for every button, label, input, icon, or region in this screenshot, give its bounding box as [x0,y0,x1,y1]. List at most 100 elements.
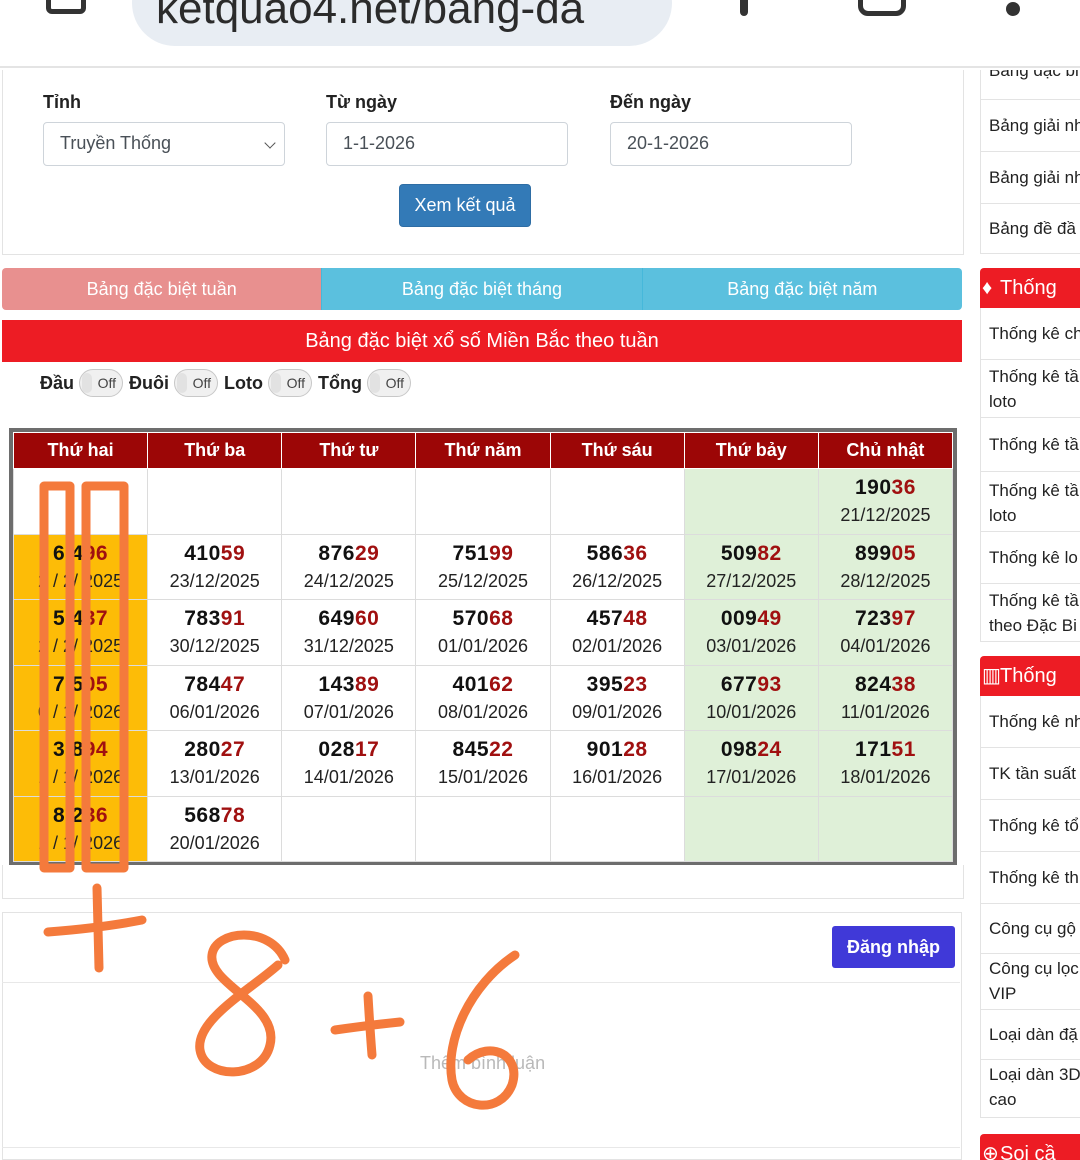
result-cell: 56878 20/01/2026 [147,795,283,862]
result-cell [549,795,685,862]
sidebar-link[interactable]: Thống kê th [980,852,1080,904]
result-date: 1 / 1/ 2026 [38,832,124,853]
result-number: 90128 [551,738,684,762]
address-bar[interactable]: ketquao4.net/bang-da [132,0,672,46]
toggle-label-loto: Loto [224,372,263,393]
result-cell: 17151 18/01/2026 [817,730,954,797]
result-date: 01/01/2026 [437,636,529,657]
result-number: 64960 [282,607,415,631]
column-header: Thứ tư [281,432,417,469]
result-number: 56878 [148,804,281,828]
result-date: 04/01/2026 [840,636,931,657]
comment-placeholder: Thêm bình luận [420,1053,546,1073]
result-cell: 87629 24/12/2025 [281,533,417,600]
result-date: 02/01/2026 [572,636,663,657]
number-head: 677 [720,672,758,696]
sidebar-link[interactable]: Thống kê tầ loto [980,360,1080,418]
tabs-icon[interactable] [858,0,906,16]
number-head: 190 [854,476,892,500]
login-button[interactable]: Đăng nhập [832,926,955,968]
home-icon[interactable] [46,0,86,14]
from-date-label: Từ ngày [326,92,398,112]
toggle-label-dau: Đầu [40,372,75,393]
number-head: 751 [452,541,490,565]
number-tail: 96 [83,541,109,565]
tab-weekly[interactable]: Bảng đặc biệt tuần [2,268,323,310]
result-cell [817,795,954,862]
sidebar-link[interactable]: Thống kê lo [980,532,1080,584]
result-cell: 09824 17/01/2026 [683,730,819,797]
results-table-wrapper: Thứ hai Thứ ba Thứ tư Thứ năm Thứ sáu Th… [9,428,957,865]
sidebar-link[interactable]: Thống kê tầ loto [980,472,1080,532]
table-header-row: Thứ hai Thứ ba Thứ tư Thứ năm Thứ sáu Th… [12,432,954,469]
result-cell: 72397 04/01/2026 [817,599,954,666]
sidebar-link[interactable]: Thống kê tổ [980,800,1080,852]
tab-yearly[interactable]: Bảng đặc biệt năm [642,268,962,310]
sidebar-link[interactable]: Bảng đặc bi [980,70,1080,100]
toggle-dau[interactable]: Off [79,369,124,397]
toggle-duoi[interactable]: Off [174,369,219,397]
sidebar-link[interactable]: Bảng giải nh [980,152,1080,204]
view-results-button[interactable]: Xem kết quả [399,184,531,227]
sidebar-link[interactable]: Thống kê tầ theo Đặc Bi [980,584,1080,642]
result-cell: 14389 07/01/2026 [281,664,417,731]
sidebar-link[interactable]: TK tần suất [980,748,1080,800]
to-date-label: Đến ngày [610,92,692,112]
result-date: 18/01/2026 [840,767,931,788]
from-date-value: 1-1-2026 [343,133,416,153]
result-cell: 8 236 1 / 1/ 2026 [12,795,149,862]
column-header: Thứ hai [12,432,149,469]
to-date-value: 20-1-2026 [627,133,710,153]
sidebar-link[interactable]: Thống kê nh [980,696,1080,748]
menu-icon[interactable] [1006,2,1020,16]
sidebar-link[interactable]: Loại dàn 3D cao [980,1060,1080,1118]
result-number: 14389 [282,673,415,697]
result-cell: 84522 15/01/2026 [415,730,551,797]
result-number: 00949 [685,607,818,631]
number-tail: 23 [623,672,648,696]
table-card-footer [2,865,964,899]
number-head: 570 [452,607,490,631]
province-select[interactable]: Truyền Thống [43,122,285,166]
sidebar-link[interactable]: Loại dàn đặ [980,1010,1080,1060]
toggle-tong[interactable]: Off [366,369,411,397]
sidebar-link[interactable]: Công cụ lọc VIP [980,954,1080,1010]
number-tail: 05 [891,541,916,565]
toggle-loto[interactable]: Off [268,369,312,397]
result-cell [147,468,283,535]
download-icon[interactable] [740,0,748,16]
browser-toolbar: ketquao4.net/bang-da [0,0,1080,68]
result-number: 09824 [685,738,818,762]
result-cell: 41059 23/12/2025 [147,533,283,600]
column-header: Thứ năm [415,432,551,469]
sidebar-link[interactable]: Bảng đề đầ [980,204,1080,254]
sidebar-link[interactable]: Bảng giải nh [980,100,1080,152]
result-cell [12,468,149,535]
sidebar-link[interactable]: Công cụ gộ [980,904,1080,954]
number-head: 8 2 [53,803,84,827]
column-header: Thứ bảy [683,432,819,469]
result-date: 26/12/2025 [572,570,663,591]
result-date: 0 / 1/ 2026 [38,701,124,722]
result-cell: 45748 02/01/2026 [549,599,685,666]
result-cell: 75199 25/12/2025 [415,533,551,600]
tab-monthly[interactable]: Bảng đặc biệt tháng [322,268,643,310]
chevron-down-icon [264,137,276,149]
result-cell [683,795,819,862]
sidebar-link[interactable]: Thống kê ch [980,308,1080,360]
number-tail: 62 [489,672,514,696]
number-head: 280 [184,738,221,762]
result-date: 24/12/2025 [303,570,394,591]
table-row: 7 505 0 / 1/ 2026 78447 06/01/2026 14389 07/0… [12,664,954,731]
number-tail: 82 [757,541,782,565]
number-head: 568 [184,803,221,827]
sidebar-link[interactable]: Thống kê tầ [980,418,1080,472]
province-label: Tỉnh [43,92,81,112]
sidebar-section-stats: ♦ Thống [980,268,1080,308]
result-date: 31/12/2025 [303,636,394,657]
to-date-input[interactable]: 20-1-2026 [610,122,852,166]
from-date-input[interactable]: 1-1-2026 [326,122,568,166]
number-tail: 05 [83,672,109,696]
number-head: 509 [720,541,758,565]
result-cell: 50982 27/12/2025 [683,533,819,600]
